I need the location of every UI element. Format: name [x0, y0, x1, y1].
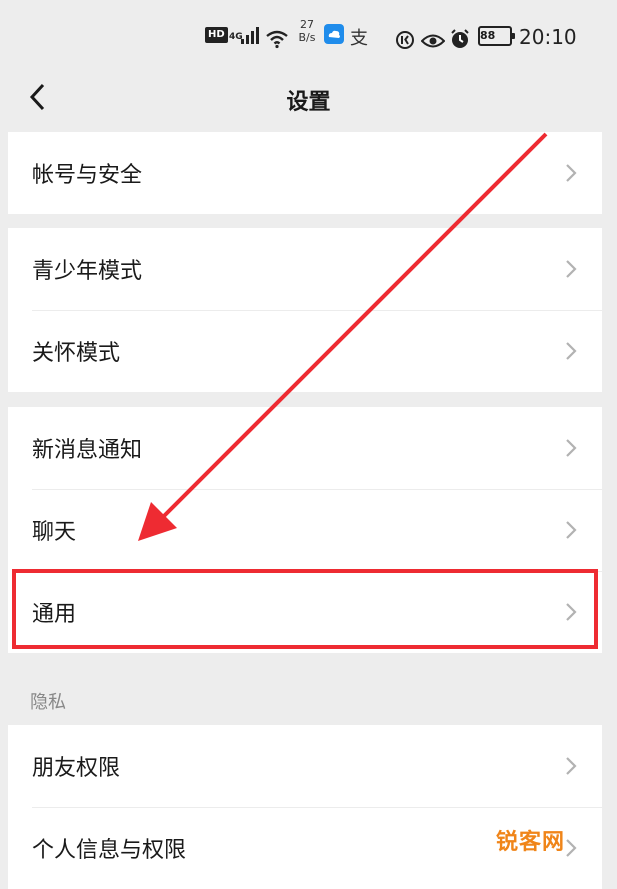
settings-item-label: 聊天	[32, 520, 77, 545]
clock: 20:10	[519, 25, 577, 49]
chevron-right-icon	[566, 439, 577, 457]
settings-item-friend-permissions[interactable]: 朋友权限	[8, 725, 602, 807]
settings-item-chat[interactable]: 聊天	[8, 489, 602, 571]
chevron-right-icon	[566, 521, 577, 539]
section-title-privacy: 隐私	[30, 692, 66, 713]
status-bar: HD 4G 27 B/s 支 88 20:10	[0, 0, 617, 68]
settings-item-label: 关怀模式	[32, 341, 121, 366]
settings-group-modes: 青少年模式 关怀模式	[8, 228, 602, 392]
watermark-logo: 锐客网	[496, 830, 566, 855]
settings-item-care-mode[interactable]: 关怀模式	[8, 310, 602, 392]
settings-item-label: 青少年模式	[32, 259, 143, 284]
settings-group-account: 帐号与安全	[8, 132, 602, 214]
navigation-bar: 设置	[0, 68, 617, 128]
settings-item-label: 帐号与安全	[32, 163, 143, 188]
alipay-icon: 支	[350, 28, 368, 49]
alarm-icon	[449, 24, 471, 54]
speed-unit: B/s	[298, 31, 316, 44]
battery-indicator: 88	[478, 26, 515, 46]
hd-badge: HD	[205, 27, 228, 43]
page-title: 设置	[286, 90, 331, 115]
chevron-right-icon	[566, 342, 577, 360]
settings-item-teen-mode[interactable]: 青少年模式	[8, 228, 602, 310]
settings-item-new-message-notifications[interactable]: 新消息通知	[8, 407, 602, 489]
nfc-icon	[395, 25, 415, 55]
eye-comfort-icon	[421, 26, 445, 56]
settings-group-privacy: 朋友权限 个人信息与权限	[8, 725, 602, 889]
signal-icon	[241, 26, 259, 44]
chevron-right-icon	[566, 164, 577, 182]
settings-item-label: 朋友权限	[32, 756, 121, 781]
highlight-box	[12, 569, 598, 649]
wifi-icon	[265, 24, 289, 54]
speed-value: 27	[300, 18, 314, 31]
chevron-right-icon	[566, 260, 577, 278]
settings-item-label: 新消息通知	[32, 438, 143, 463]
network-speed: 27 B/s	[296, 18, 318, 48]
settings-item-label: 个人信息与权限	[32, 838, 187, 863]
chevron-right-icon	[566, 757, 577, 775]
app-notification-icon	[324, 24, 344, 44]
settings-item-account-security[interactable]: 帐号与安全	[8, 132, 602, 214]
